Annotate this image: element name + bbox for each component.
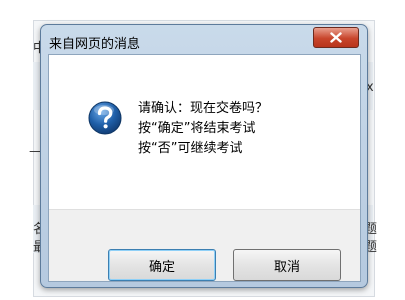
- close-icon: [330, 32, 342, 43]
- question-icon: [88, 101, 122, 135]
- message-dialog: 来自网页的消息 请确认：现在交卷吗？ 按“确定”将结束考试 按“否”可继续考试 …: [40, 24, 368, 288]
- message-line: 请确认：现在交卷吗？: [138, 101, 269, 116]
- message-area: 请确认：现在交卷吗？ 按“确定”将结束考试 按“否”可继续考试: [49, 55, 360, 209]
- dialog-body: 请确认：现在交卷吗？ 按“确定”将结束考试 按“否”可继续考试 确定 取消: [48, 54, 361, 282]
- message-line: 按“否”可继续考试: [138, 141, 243, 156]
- dialog-message: 请确认：现在交卷吗？ 按“确定”将结束考试 按“否”可继续考试: [138, 99, 268, 159]
- message-line: 按“确定”将结束考试: [138, 121, 256, 136]
- button-bar: 确定 取消: [49, 209, 360, 281]
- close-button[interactable]: [313, 27, 359, 48]
- dialog-title: 来自网页的消息: [49, 37, 141, 52]
- ok-button[interactable]: 确定: [108, 249, 216, 281]
- cancel-button[interactable]: 取消: [233, 249, 341, 281]
- dialog-titlebar[interactable]: 来自网页的消息: [41, 25, 367, 55]
